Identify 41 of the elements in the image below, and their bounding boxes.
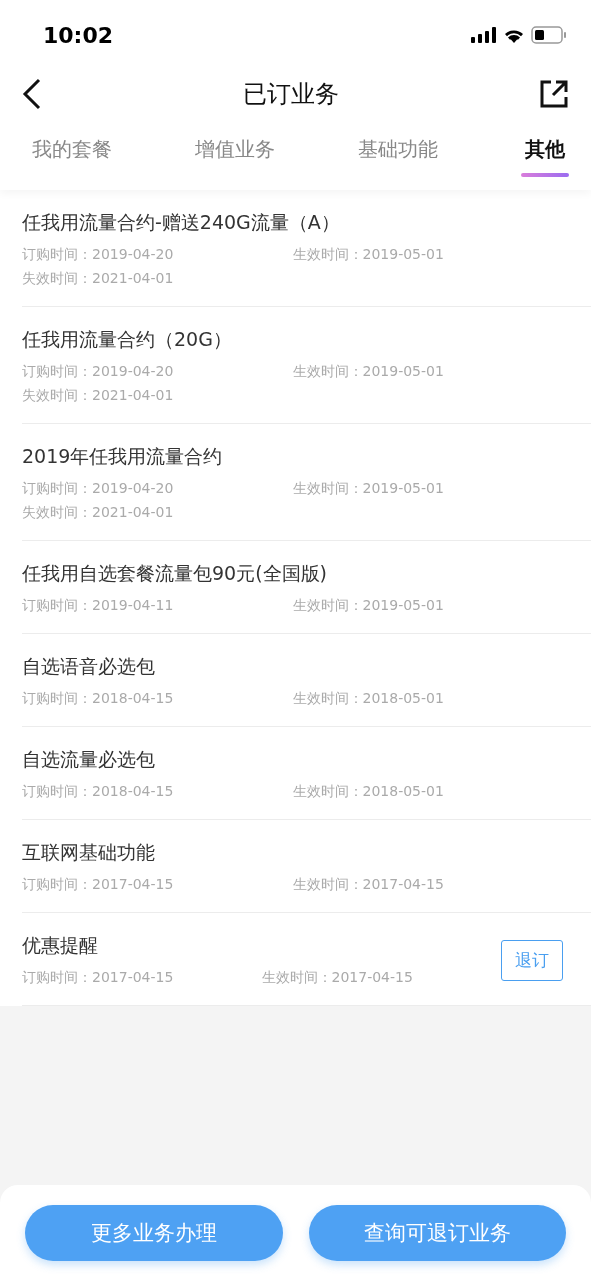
- service-name: 2019年任我用流量合约: [22, 444, 224, 469]
- battery-icon: [531, 26, 567, 44]
- order-date: 订购时间：2017-04-15: [22, 876, 175, 894]
- order-date: 订购时间：2019-04-20: [22, 363, 175, 381]
- service-name: 任我用流量合约-赠送240G流量（A）: [22, 210, 341, 235]
- effective-date: 生效时间：2019-05-01: [292, 480, 445, 498]
- status-time: 10:02: [43, 22, 114, 48]
- order-date: 订购时间：2018-04-15: [22, 783, 175, 801]
- order-date: 订购时间：2017-04-15: [22, 969, 175, 987]
- signal-icon: [471, 27, 497, 43]
- order-date: 订购时间：2018-04-15: [22, 690, 175, 708]
- tab[interactable]: 基础功能: [358, 118, 438, 190]
- action-button[interactable]: 更多业务办理: [25, 1205, 283, 1261]
- tab[interactable]: 增值业务: [195, 118, 275, 190]
- action-button[interactable]: 查询可退订业务: [308, 1205, 566, 1261]
- tab[interactable]: 其他: [521, 118, 569, 190]
- expiry-date: 失效时间：2021-04-01: [22, 504, 175, 522]
- service-name: 任我用自选套餐流量包90元(全国版): [22, 561, 328, 586]
- expiry-date: 失效时间：2021-04-01: [22, 387, 175, 405]
- share-button[interactable]: [539, 79, 569, 109]
- wifi-icon: [503, 27, 525, 43]
- order-date: 订购时间：2019-04-11: [22, 597, 175, 615]
- tab[interactable]: 我的套餐: [32, 118, 112, 190]
- expiry-date: 失效时间：2021-04-01: [22, 270, 175, 288]
- effective-date: 生效时间：2019-05-01: [292, 246, 445, 264]
- order-date: 订购时间：2019-04-20: [22, 480, 175, 498]
- page-title: 已订业务: [242, 79, 339, 110]
- service-name: 优惠提醒: [22, 933, 99, 958]
- order-date: 订购时间：2019-04-20: [22, 246, 175, 264]
- effective-date: 生效时间：2019-05-01: [292, 597, 445, 615]
- effective-date: 生效时间：2018-05-01: [292, 690, 445, 708]
- effective-date: 生效时间：2017-04-15: [292, 876, 445, 894]
- service-name: 任我用流量合约（20G）: [22, 327, 233, 352]
- back-button[interactable]: [22, 78, 42, 110]
- service-name: 互联网基础功能: [22, 840, 156, 865]
- effective-date: 生效时间：2018-05-01: [292, 783, 445, 801]
- service-name: 自选流量必选包: [22, 747, 156, 772]
- effective-date: 生效时间：2019-05-01: [292, 363, 445, 381]
- service-name: 自选语音必选包: [22, 654, 156, 679]
- unsubscribe-button[interactable]: 退订: [501, 939, 563, 981]
- effective-date: 生效时间：2017-04-15: [261, 969, 414, 987]
